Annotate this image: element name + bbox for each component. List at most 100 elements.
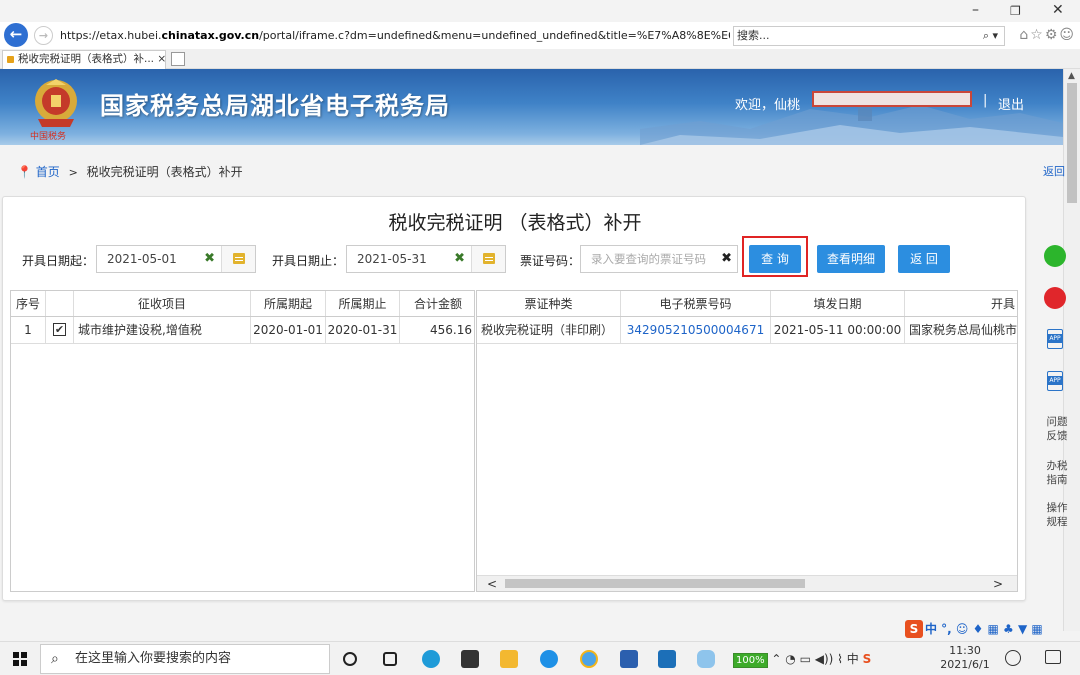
back-arrow-icon[interactable]: ← xyxy=(4,23,28,47)
col-header: 票证种类 xyxy=(477,291,621,316)
horizontal-scrollbar[interactable]: < > xyxy=(477,575,1017,591)
clock-time: 11:30 xyxy=(949,644,981,657)
app-download-icon[interactable]: APP xyxy=(1047,329,1063,349)
ime-toolbar[interactable]: S中 °, ☺ ♦ ▦ ♣ ▼ ▦ xyxy=(905,620,1043,640)
svg-text:中国税务: 中国税务 xyxy=(30,130,66,141)
cortana-icon[interactable] xyxy=(343,652,357,666)
maximize-button[interactable]: ❐ xyxy=(1010,4,1021,18)
calendar-icon[interactable] xyxy=(471,246,505,272)
browser-icon[interactable] xyxy=(540,650,558,668)
window-controls: – ❐ ✕ xyxy=(960,0,1080,22)
new-tab-button[interactable] xyxy=(171,52,185,66)
header-separator: | xyxy=(983,93,988,108)
wechat-icon[interactable] xyxy=(1044,245,1066,267)
col-header: 电子税票号码 xyxy=(621,291,771,316)
scroll-up-icon[interactable]: ▲ xyxy=(1068,71,1075,81)
ticket-type: 税收完税证明（非印刷） xyxy=(477,317,621,343)
end-date-field[interactable]: 2021-05-31 ✖ xyxy=(346,245,506,273)
redacted-username xyxy=(812,91,972,107)
results-table-left: 序号 征收项目 所属期起 所属期止 合计金额 1 ✔ 城市维护建设税,增值税 2… xyxy=(10,290,475,592)
start-date-label: 开具日期起： xyxy=(22,254,95,268)
task-view-icon[interactable] xyxy=(383,652,397,666)
start-date-field[interactable]: 2021-05-01 ✖ xyxy=(96,245,256,273)
col-header: 开具 xyxy=(990,297,1015,311)
search-icon: ⌕ xyxy=(51,651,59,667)
total-amount: 456.16 xyxy=(430,323,472,337)
breadcrumb: 📍 首页 > 税收完税证明（表格式）补开 xyxy=(17,163,243,180)
clear-icon[interactable]: ✖ xyxy=(204,246,215,272)
clock[interactable]: 11:30 2021/6/1 xyxy=(940,644,990,672)
scroll-left-icon[interactable]: < xyxy=(487,577,497,591)
scrollbar-thumb[interactable] xyxy=(505,579,805,588)
word-icon[interactable] xyxy=(620,650,638,668)
breadcrumb-current: 税收完税证明（表格式）补开 xyxy=(86,165,243,179)
url-field[interactable]: https://etax.hubei.chinatax.gov.cn/porta… xyxy=(60,27,730,45)
breadcrumb-home[interactable]: 首页 xyxy=(36,165,60,179)
col-header: 征收项目 xyxy=(74,291,251,316)
system-tray[interactable]: 100% ⌃ ◔ ▭ ◀)) ⌇ 中 S xyxy=(733,650,871,668)
tax-item: 城市维护建设税,增值税 xyxy=(74,317,251,343)
app-download-icon[interactable]: APP xyxy=(1047,371,1063,391)
query-button[interactable]: 查 询 xyxy=(749,245,801,273)
col-header: 所属期起 xyxy=(251,291,326,316)
address-bar: ← → https://etax.hubei.chinatax.gov.cn/p… xyxy=(0,22,1080,49)
results-table-right: 票证种类 电子税票号码 填发日期 开具 税收完税证明（非印刷） 34290521… xyxy=(476,290,1018,592)
ticket-number-input[interactable]: 录入要查询的票证号码 ✖ xyxy=(580,245,738,273)
table-row[interactable]: 税收完税证明（非印刷） 342905210500004671 2021-05-1… xyxy=(477,317,1017,344)
view-detail-button[interactable]: 查看明细 xyxy=(817,245,885,273)
period-end: 2020-01-31 xyxy=(326,317,400,343)
tray-icons[interactable]: ⌃ ◔ ▭ ◀)) ⌇ 中 xyxy=(771,652,862,666)
site-header: 中国税务 国家税务总局湖北省电子税务局 欢迎，仙桃 | 退出 xyxy=(0,69,1063,145)
browser-tab[interactable]: 税收完税证明（表格式）补... × xyxy=(2,50,166,69)
issue-date: 2021-05-11 00:00:00 xyxy=(771,317,905,343)
clock-date: 2021/6/1 xyxy=(940,658,990,671)
edge-icon[interactable] xyxy=(422,650,440,668)
logout-link[interactable]: 退出 xyxy=(998,94,1024,113)
forward-arrow-icon[interactable]: → xyxy=(34,26,53,45)
checkbox-checked-icon[interactable]: ✔ xyxy=(53,323,66,336)
browser-search-input[interactable]: 搜索... ⌕ ▾ xyxy=(733,26,1005,46)
end-date-label: 开具日期止： xyxy=(272,254,345,268)
scrollbar-thumb[interactable] xyxy=(1067,83,1077,203)
weibo-icon[interactable] xyxy=(1044,287,1066,309)
row-checkbox[interactable]: ✔ xyxy=(46,317,74,343)
ime-icons[interactable]: 中 °, ☺ ♦ ▦ ♣ ▼ ▦ xyxy=(925,622,1043,636)
clear-icon[interactable]: ✖ xyxy=(454,246,465,272)
windows-start-icon[interactable] xyxy=(13,652,27,666)
welcome-text: 欢迎，仙桃 xyxy=(735,98,801,113)
issuing-office: 国家税务总局仙桃市税 xyxy=(909,323,1018,337)
taskbar-search-box[interactable]: ⌕ 在这里输入你要搜索的内容 xyxy=(40,644,330,674)
tax-emblem-logo: 中国税务 xyxy=(30,79,77,141)
search-icon[interactable]: ⌕ ▾ xyxy=(983,27,998,45)
scroll-right-icon[interactable]: > xyxy=(993,577,1003,591)
rules-link[interactable]: 操作规程 xyxy=(1043,501,1071,529)
chat-icon[interactable] xyxy=(1005,650,1021,666)
sogou-logo-icon[interactable]: S xyxy=(905,620,923,638)
ticket-number-link[interactable]: 342905210500004671 xyxy=(621,317,771,343)
clear-icon[interactable]: ✖ xyxy=(721,246,732,272)
ie-icon[interactable] xyxy=(580,650,598,668)
paint-icon[interactable] xyxy=(697,650,715,668)
col-header xyxy=(46,291,74,316)
feedback-link[interactable]: 问题反馈 xyxy=(1043,415,1071,443)
col-header: 序号 xyxy=(11,291,46,316)
return-button[interactable]: 返 回 xyxy=(898,245,950,273)
sogou-tray-icon[interactable]: S xyxy=(863,652,872,666)
close-window-button[interactable]: ✕ xyxy=(1052,2,1064,18)
photos-icon[interactable] xyxy=(658,650,676,668)
battery-icon[interactable]: 100% xyxy=(733,652,768,668)
page-scrollbar[interactable]: ▲ xyxy=(1063,69,1080,631)
guide-link[interactable]: 办税指南 xyxy=(1043,459,1071,487)
file-explorer-icon[interactable] xyxy=(500,650,518,668)
site-title: 国家税务总局湖北省电子税务局 xyxy=(100,92,450,120)
table-row[interactable]: 1 ✔ 城市维护建设税,增值税 2020-01-01 2020-01-31 45… xyxy=(11,317,474,344)
toolbar-icons[interactable]: ⌂☆⚙☺ xyxy=(1019,27,1076,43)
back-link[interactable]: 返回 xyxy=(1043,163,1065,179)
tab-bar: 税收完税证明（表格式）补... × xyxy=(0,49,1080,69)
calendar-icon[interactable] xyxy=(221,246,255,272)
notification-icon[interactable] xyxy=(1045,650,1061,664)
store-icon[interactable] xyxy=(461,650,479,668)
ticket-number-label: 票证号码： xyxy=(520,254,581,268)
minimize-button[interactable]: – xyxy=(972,2,979,18)
period-start: 2020-01-01 xyxy=(251,317,326,343)
